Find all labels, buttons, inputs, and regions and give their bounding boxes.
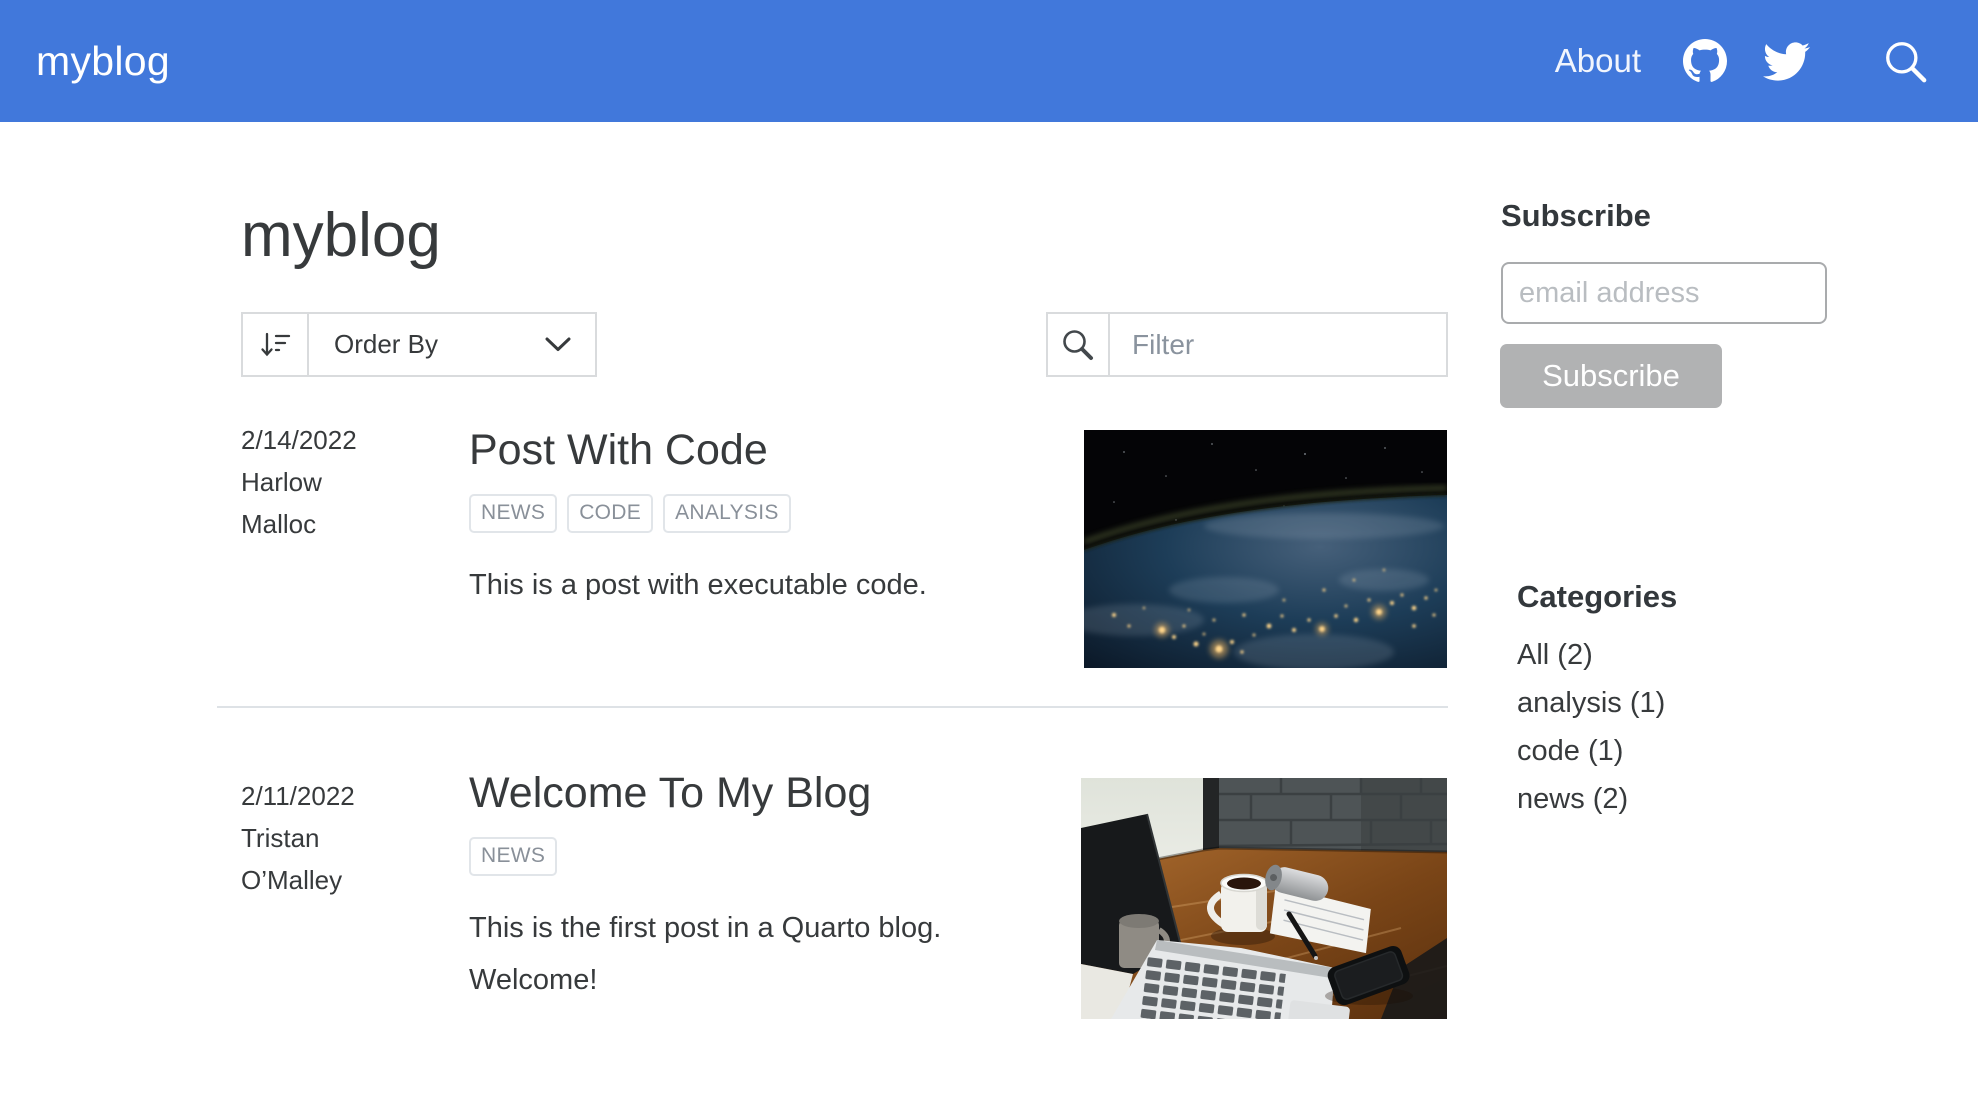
- category-item-news[interactable]: news (2): [1517, 775, 1665, 823]
- sort-icon: [243, 314, 309, 375]
- post-tag[interactable]: NEWS: [469, 493, 558, 533]
- order-by-dropdown[interactable]: Order By: [241, 312, 597, 377]
- categories-heading: Categories: [1517, 579, 1678, 614]
- post-divider: [217, 706, 1448, 708]
- twitter-icon[interactable]: [1763, 38, 1810, 85]
- post-tag[interactable]: NEWS: [469, 836, 558, 876]
- navbar-brand[interactable]: myblog: [36, 38, 170, 85]
- email-field[interactable]: [1501, 262, 1827, 324]
- post-date: 2/11/2022: [241, 781, 355, 811]
- post-title-link[interactable]: Welcome To My Blog: [469, 768, 1069, 820]
- subscribe-heading: Subscribe: [1501, 198, 1651, 233]
- navbar-search-icon[interactable]: [1882, 38, 1928, 84]
- subscribe-button[interactable]: Subscribe: [1500, 344, 1722, 408]
- quarto-blog-page: myblog About myblog Order By Filter 2/14…: [0, 0, 1978, 1100]
- post-title-link[interactable]: Post With Code: [469, 425, 1069, 477]
- post-meta: 2/14/2022 Harlow Malloc: [241, 419, 401, 545]
- nav-item-about[interactable]: About: [1555, 42, 1641, 80]
- post-listing-item: Welcome To My Blog NEWS This is the firs…: [469, 768, 1069, 1006]
- post-tag[interactable]: ANALYSIS: [663, 493, 791, 533]
- category-item-analysis[interactable]: analysis (1): [1517, 679, 1665, 727]
- post-thumbnail-desk-laptop[interactable]: [1081, 778, 1447, 1019]
- post-description: This is a post with executable code.: [469, 568, 927, 601]
- categories-list: All (2) analysis (1) code (1) news (2): [1517, 631, 1665, 823]
- category-item-all[interactable]: All (2): [1517, 631, 1665, 679]
- navbar-menu: About: [1555, 38, 1978, 85]
- post-tags: NEWS CODE ANALYSIS: [469, 493, 1069, 533]
- post-meta: 2/11/2022 Tristan O’Malley: [241, 775, 401, 901]
- filter-input[interactable]: [1110, 314, 1503, 375]
- post-tags: NEWS: [469, 836, 1069, 876]
- order-by-label: Order By: [334, 329, 439, 359]
- github-icon[interactable]: [1683, 39, 1727, 83]
- filter-box: [1046, 312, 1503, 377]
- post-author: Harlow Malloc: [241, 467, 322, 539]
- post-thumbnail-earth-at-night[interactable]: [1084, 430, 1447, 668]
- navbar: myblog About: [0, 0, 1978, 122]
- post-author: Tristan O’Malley: [241, 823, 343, 895]
- post-listing-item: Post With Code NEWS CODE ANALYSIS This i…: [469, 425, 1069, 611]
- chevron-down-icon: [545, 337, 571, 352]
- post-description: This is the first post in a Quarto blog.…: [469, 911, 942, 996]
- filter-search-icon: [1048, 314, 1110, 375]
- post-date: 2/14/2022: [241, 425, 357, 455]
- page-title: myblog: [241, 201, 441, 270]
- category-item-code[interactable]: code (1): [1517, 727, 1665, 775]
- post-tag[interactable]: CODE: [567, 493, 654, 533]
